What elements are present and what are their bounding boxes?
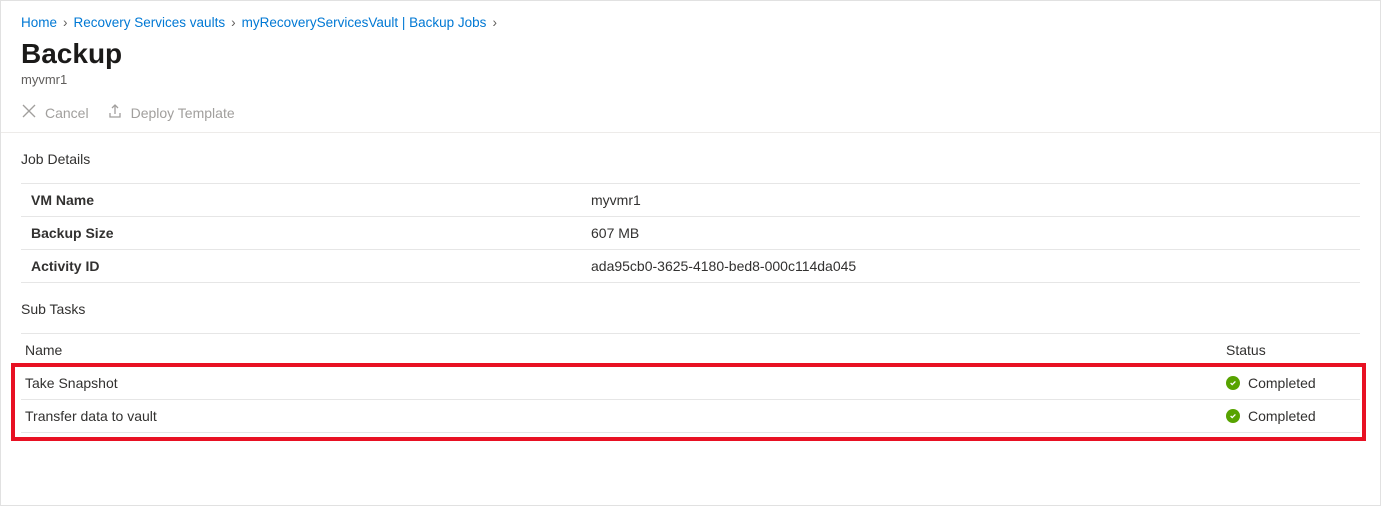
table-row: Backup Size 607 MB xyxy=(21,217,1360,250)
check-circle-icon xyxy=(1226,409,1240,423)
column-header-name[interactable]: Name xyxy=(25,342,1226,358)
detail-value-activity-id: ada95cb0-3625-4180-bed8-000c114da045 xyxy=(591,258,856,274)
breadcrumb-home[interactable]: Home xyxy=(21,15,57,30)
chevron-right-icon: › xyxy=(63,15,68,30)
table-row: Activity ID ada95cb0-3625-4180-bed8-000c… xyxy=(21,250,1360,283)
table-row: VM Name myvmr1 xyxy=(21,184,1360,217)
sub-tasks-header-row: Name Status xyxy=(21,333,1360,367)
detail-label-activity-id: Activity ID xyxy=(31,258,591,274)
cancel-button[interactable]: Cancel xyxy=(21,103,89,122)
page-title: Backup xyxy=(1,34,1380,70)
toolbar: Cancel Deploy Template xyxy=(1,99,1380,133)
upload-icon xyxy=(107,103,123,122)
job-details-heading: Job Details xyxy=(1,133,1380,183)
detail-label-backup-size: Backup Size xyxy=(31,225,591,241)
job-details-table: VM Name myvmr1 Backup Size 607 MB Activi… xyxy=(21,183,1360,283)
sub-tasks-table: Name Status Take Snapshot Completed Tran… xyxy=(21,333,1360,433)
chevron-right-icon: › xyxy=(231,15,236,30)
close-icon xyxy=(21,103,37,122)
deploy-template-button-label: Deploy Template xyxy=(131,105,235,121)
breadcrumb: Home › Recovery Services vaults › myReco… xyxy=(1,1,1380,34)
subtask-status: Completed xyxy=(1248,408,1316,424)
detail-value-backup-size: 607 MB xyxy=(591,225,639,241)
deploy-template-button[interactable]: Deploy Template xyxy=(107,103,235,122)
detail-value-vm-name: myvmr1 xyxy=(591,192,641,208)
cancel-button-label: Cancel xyxy=(45,105,89,121)
page-subtitle: myvmr1 xyxy=(1,70,1380,99)
chevron-right-icon: › xyxy=(492,15,497,30)
table-row: Transfer data to vault Completed xyxy=(21,400,1360,433)
column-header-status[interactable]: Status xyxy=(1226,342,1356,358)
table-row: Take Snapshot Completed xyxy=(21,367,1360,400)
breadcrumb-backup-jobs[interactable]: myRecoveryServicesVault | Backup Jobs xyxy=(242,15,487,30)
sub-tasks-heading: Sub Tasks xyxy=(1,283,1380,333)
check-circle-icon xyxy=(1226,376,1240,390)
detail-label-vm-name: VM Name xyxy=(31,192,591,208)
breadcrumb-recovery-vaults[interactable]: Recovery Services vaults xyxy=(74,15,226,30)
subtask-status: Completed xyxy=(1248,375,1316,391)
subtask-name: Take Snapshot xyxy=(25,375,1226,391)
subtask-name: Transfer data to vault xyxy=(25,408,1226,424)
